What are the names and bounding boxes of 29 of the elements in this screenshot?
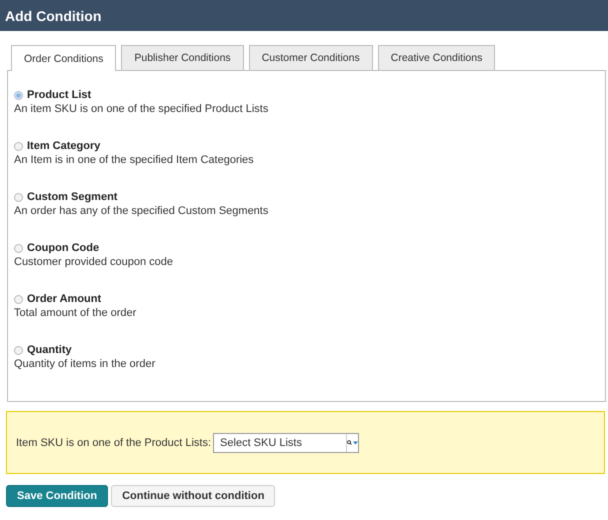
option-description: An item SKU is on one of the specified Product Lists — [14, 103, 270, 115]
sku-list-select[interactable]: Select SKU Lists — [213, 432, 360, 452]
option-description: An order has any of the specified Custom Segments — [14, 205, 270, 217]
radio-button[interactable] — [14, 244, 23, 252]
option-description: An Item is in one of the specified Item Categories — [14, 154, 255, 166]
option-title: Quantity — [27, 344, 72, 356]
option-description: Quantity of items in the order — [14, 358, 156, 370]
radio-button[interactable] — [14, 192, 23, 202]
radio-button[interactable] — [14, 346, 23, 354]
option-title: Item Category — [27, 140, 100, 152]
option-title: Order Amount — [27, 293, 102, 305]
option-title: Product List — [27, 89, 92, 101]
option-title: Coupon Code — [27, 242, 100, 254]
tab[interactable]: Order Conditions — [11, 45, 116, 71]
radio-button[interactable] — [14, 142, 23, 150]
continue-button[interactable]: Continue without condition — [111, 485, 276, 507]
save-button[interactable]: Save Condition — [6, 485, 108, 507]
radio-button[interactable] — [14, 294, 23, 304]
option-title: Custom Segment — [27, 191, 118, 203]
dialog-title: Add Condition — [0, 0, 608, 31]
option-description: Total amount of the order — [14, 307, 138, 319]
option-description: Customer provided coupon code — [14, 256, 174, 268]
tab[interactable]: Customer Conditions — [248, 45, 373, 70]
search-icon — [347, 440, 360, 446]
input-field[interactable]: Select SKU Lists — [214, 434, 346, 452]
tab[interactable]: Publisher Conditions — [121, 45, 244, 70]
field-label: Item SKU is on one of the Product Lists: — [16, 436, 212, 448]
tab[interactable]: Creative Conditions — [378, 45, 496, 70]
radio-button[interactable] — [14, 90, 23, 100]
